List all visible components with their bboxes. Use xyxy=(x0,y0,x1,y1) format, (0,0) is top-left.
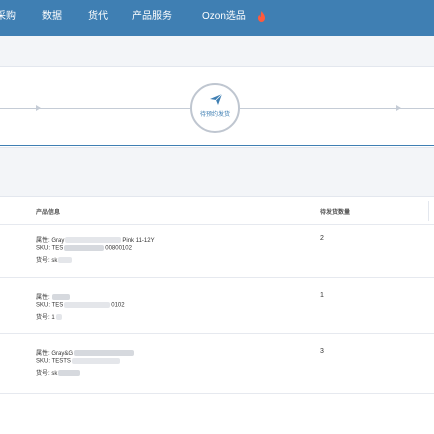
attribute-line: 属性: Gray&G xyxy=(36,348,135,357)
nav-item-forwarder[interactable]: 货代 xyxy=(88,0,108,36)
attribute-value: Gray&G xyxy=(51,351,74,357)
step-label: 待预约发货 xyxy=(199,112,230,118)
redacted-text xyxy=(64,245,105,251)
table-row: 属性: Gray Pink 11-12Y SKU: TES 00800102 货号:… xyxy=(0,225,434,278)
item-code-line: 货号: sk xyxy=(36,368,81,377)
redacted-text xyxy=(74,350,135,357)
table-header: 产品信息 待发货数量 xyxy=(0,197,434,225)
attribute-label: 属性: xyxy=(36,351,50,357)
sku-value-end: 00800102 xyxy=(105,245,132,252)
sku-line: SKU: TES 00800102 xyxy=(36,245,132,252)
redacted-text xyxy=(71,358,120,364)
table-row: 属性: Gray&G SKU: TESTS 货号: sk 3 xyxy=(0,334,434,394)
step-connector-left xyxy=(0,108,190,109)
nav-item-ozon-selection[interactable]: Ozon选品 xyxy=(202,0,246,36)
redacted-text xyxy=(52,294,71,301)
steps-divider xyxy=(0,145,434,146)
step-pending-shipment[interactable]: 待预约发货 xyxy=(190,83,240,133)
sku-line: SKU: TES 0102 xyxy=(36,302,125,309)
item-code-line: 货号: sk xyxy=(36,255,73,264)
sku-value-end: 0102 xyxy=(111,302,125,309)
paper-plane-icon xyxy=(210,93,223,105)
attribute-label: 属性: xyxy=(36,238,50,244)
item-code-label: 货号: xyxy=(36,315,50,321)
product-table: 产品信息 待发货数量 属性: Gray Pink 11-12Y SKU: TES 0… xyxy=(0,196,434,434)
flame-icon xyxy=(258,11,265,22)
redacted-text xyxy=(58,370,81,377)
top-nav-bar: 采购 数据 货代 产品服务 Ozon选品 xyxy=(0,0,434,36)
step-connector-right xyxy=(240,108,434,109)
pending-quantity: 3 xyxy=(320,348,324,355)
step-arrow-marker xyxy=(396,105,401,111)
item-code-label: 货号: xyxy=(36,371,50,377)
step-arrow-marker xyxy=(36,105,41,111)
redacted-text xyxy=(58,257,73,264)
pending-quantity: 1 xyxy=(320,292,324,299)
sku-line: SKU: TESTS xyxy=(36,358,121,365)
redacted-text xyxy=(64,302,111,308)
nav-item-product-services[interactable]: 产品服务 xyxy=(132,0,172,36)
pending-quantity: 2 xyxy=(320,235,324,242)
attribute-value: Gray xyxy=(51,238,65,244)
column-header-pending-quantity: 待发货数量 xyxy=(320,210,351,216)
sku-value: TES xyxy=(51,302,64,309)
column-divider xyxy=(428,201,429,221)
item-code-label: 货号: xyxy=(36,258,50,264)
column-header-product-info: 产品信息 xyxy=(36,210,61,216)
attribute-value-end: Pink 11-12Y xyxy=(122,238,155,244)
sku-label: SKU: xyxy=(36,302,51,309)
table-row: 属性: SKU: TES 0102 货号: 1 1 xyxy=(0,278,434,334)
sku-value: TES xyxy=(51,245,64,252)
sku-value: TESTS xyxy=(51,358,71,365)
attribute-line: 属性: Gray Pink 11-12Y xyxy=(36,235,155,244)
redacted-text xyxy=(55,314,62,321)
item-code-value: 1 xyxy=(51,315,55,321)
nav-item-purchase[interactable]: 采购 xyxy=(0,0,16,36)
item-code-line: 货号: 1 xyxy=(36,312,63,321)
shipment-steps-panel: 待预约发货 xyxy=(0,66,434,148)
attribute-label: 属性: xyxy=(36,295,50,301)
nav-item-data[interactable]: 数据 xyxy=(42,0,62,36)
sku-label: SKU: xyxy=(36,245,51,252)
item-code-value: sk xyxy=(51,371,58,377)
redacted-text xyxy=(65,237,122,244)
item-code-value: sk xyxy=(51,258,58,264)
sku-label: SKU: xyxy=(36,358,51,365)
attribute-line: 属性: xyxy=(36,292,71,301)
